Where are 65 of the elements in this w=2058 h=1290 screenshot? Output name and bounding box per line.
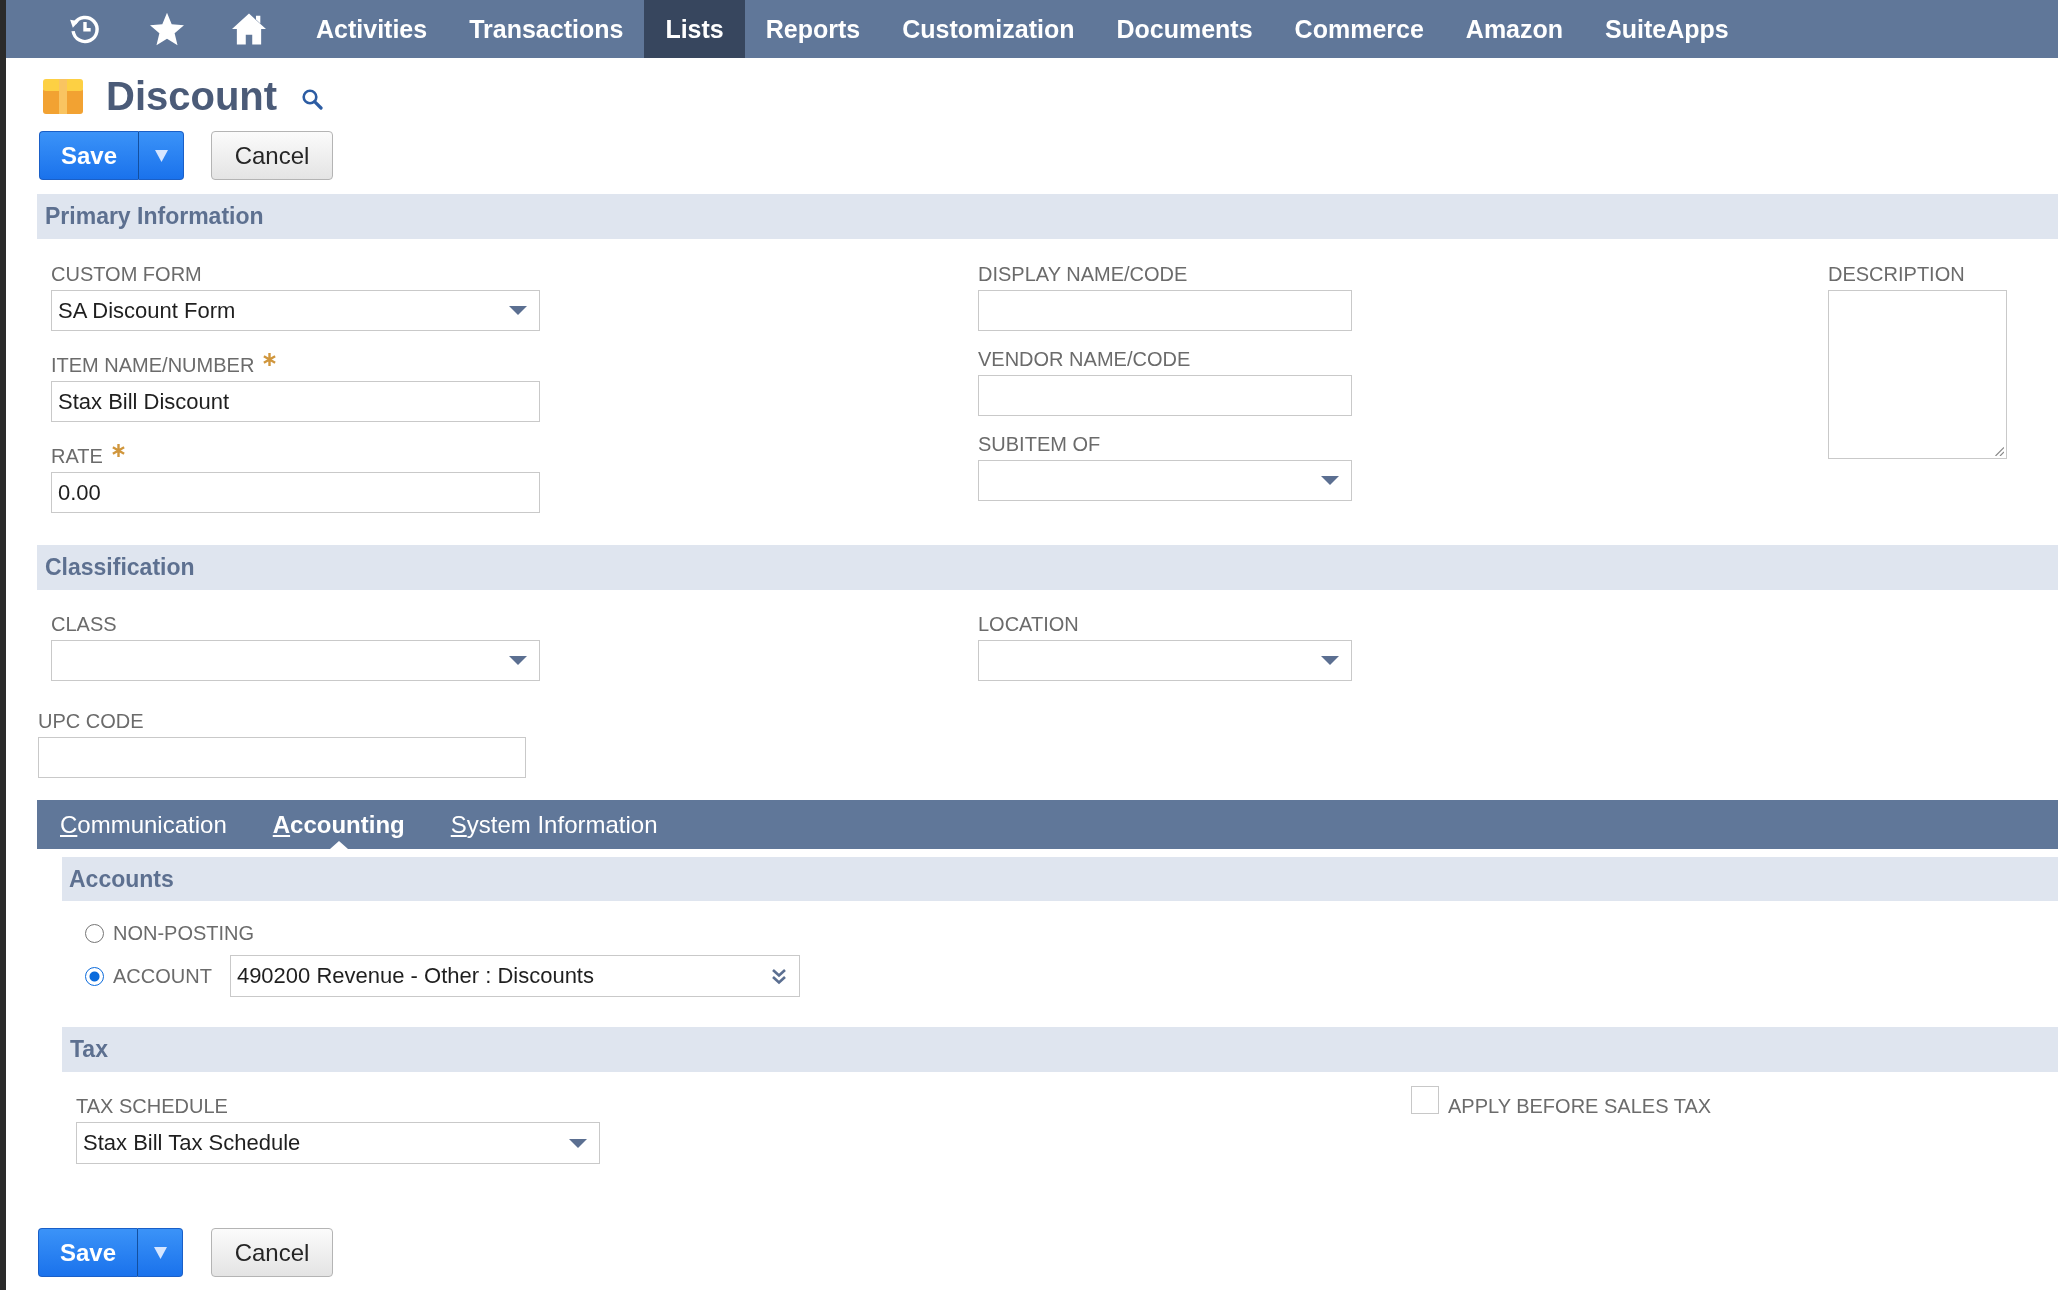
field-label: UPC CODE [38, 709, 144, 734]
section-header: Accounts [62, 857, 2058, 901]
nav-menu-item[interactable]: Reports [744, 0, 882, 58]
text-field[interactable] [978, 290, 1352, 331]
radio-button[interactable] [85, 923, 104, 943]
field-label: TAX SCHEDULE [76, 1094, 228, 1119]
double-chevron-down-icon[interactable] [770, 967, 787, 985]
radio-label: NON-POSTING [113, 921, 255, 945]
search-icon[interactable] [301, 88, 324, 110]
dropdown-caret-icon[interactable] [1321, 656, 1339, 665]
cancel-button[interactable]: Cancel [211, 1228, 333, 1277]
dropdown-caret-icon[interactable] [509, 306, 527, 315]
field-label: SUBITEM OF [978, 432, 1101, 457]
nav-menu-item[interactable]: Lists [644, 0, 745, 58]
field-label: DESCRIPTION [1828, 262, 1965, 287]
dropdown-field[interactable] [978, 460, 1352, 501]
nav-menu-item[interactable]: Activities [295, 0, 449, 58]
textarea-field[interactable] [1828, 290, 2007, 459]
field-label: DISPLAY NAME/CODE [978, 262, 1188, 287]
star-icon[interactable] [150, 12, 184, 46]
save-menu-button[interactable] [138, 131, 184, 180]
nav-menu-item[interactable]: Transactions [448, 0, 645, 58]
field-label: RATE [51, 444, 103, 469]
field-label: VENDOR NAME/CODE [978, 347, 1191, 372]
nav-menu-item[interactable]: Commerce [1273, 0, 1445, 58]
dropdown-field[interactable] [51, 640, 540, 681]
field-label: ITEM NAME/NUMBER [51, 353, 255, 378]
account-dropdown-field[interactable]: 490200 Revenue - Other : Discounts [229, 955, 800, 997]
resize-grip-icon[interactable] [1994, 446, 2004, 456]
section-header: Tax [62, 1027, 2058, 1072]
save-button[interactable]: Save [39, 131, 138, 180]
section-header: Classification [37, 545, 2058, 590]
field-label: CUSTOM FORM [51, 262, 202, 287]
section-header: Primary Information [37, 194, 2058, 239]
page-title: Discount [106, 74, 278, 118]
text-field[interactable]: 0.00 [51, 472, 540, 513]
caret-down-icon[interactable] [154, 149, 168, 162]
nav-menu-item[interactable]: Customization [881, 0, 1096, 58]
nav-menu-item[interactable]: Amazon [1444, 0, 1585, 58]
dropdown-caret-icon[interactable] [1321, 476, 1339, 485]
field-label: LOCATION [978, 612, 1079, 637]
caret-down-icon[interactable] [153, 1246, 167, 1259]
dropdown-field[interactable]: SA Discount Form [51, 290, 540, 331]
save-button[interactable]: Save [38, 1228, 137, 1277]
tab[interactable]: Accounting [249, 800, 428, 849]
dropdown-caret-icon[interactable] [569, 1138, 587, 1148]
text-field[interactable]: Stax Bill Discount [51, 381, 540, 422]
text-field[interactable] [38, 737, 526, 778]
tab[interactable]: Communication [37, 800, 250, 849]
checkbox-label: APPLY BEFORE SALES TAX [1448, 1094, 1712, 1119]
dropdown-field[interactable] [978, 640, 1352, 681]
checkbox[interactable] [1411, 1086, 1439, 1114]
tab[interactable]: System Information [427, 800, 681, 849]
text-field[interactable] [978, 375, 1352, 416]
nav-menu-item[interactable]: Documents [1095, 0, 1274, 58]
field-label: CLASS [51, 612, 117, 637]
radio-button[interactable] [85, 966, 104, 986]
save-menu-button[interactable] [137, 1228, 183, 1277]
package-icon [43, 78, 83, 114]
radio-label: ACCOUNT [113, 964, 212, 988]
nav-menu-item[interactable]: SuiteApps [1584, 0, 1750, 58]
dropdown-field[interactable]: Stax Bill Tax Schedule [76, 1122, 600, 1164]
home-icon[interactable] [232, 12, 266, 46]
cancel-button[interactable]: Cancel [211, 131, 333, 180]
dropdown-caret-icon[interactable] [509, 656, 527, 665]
